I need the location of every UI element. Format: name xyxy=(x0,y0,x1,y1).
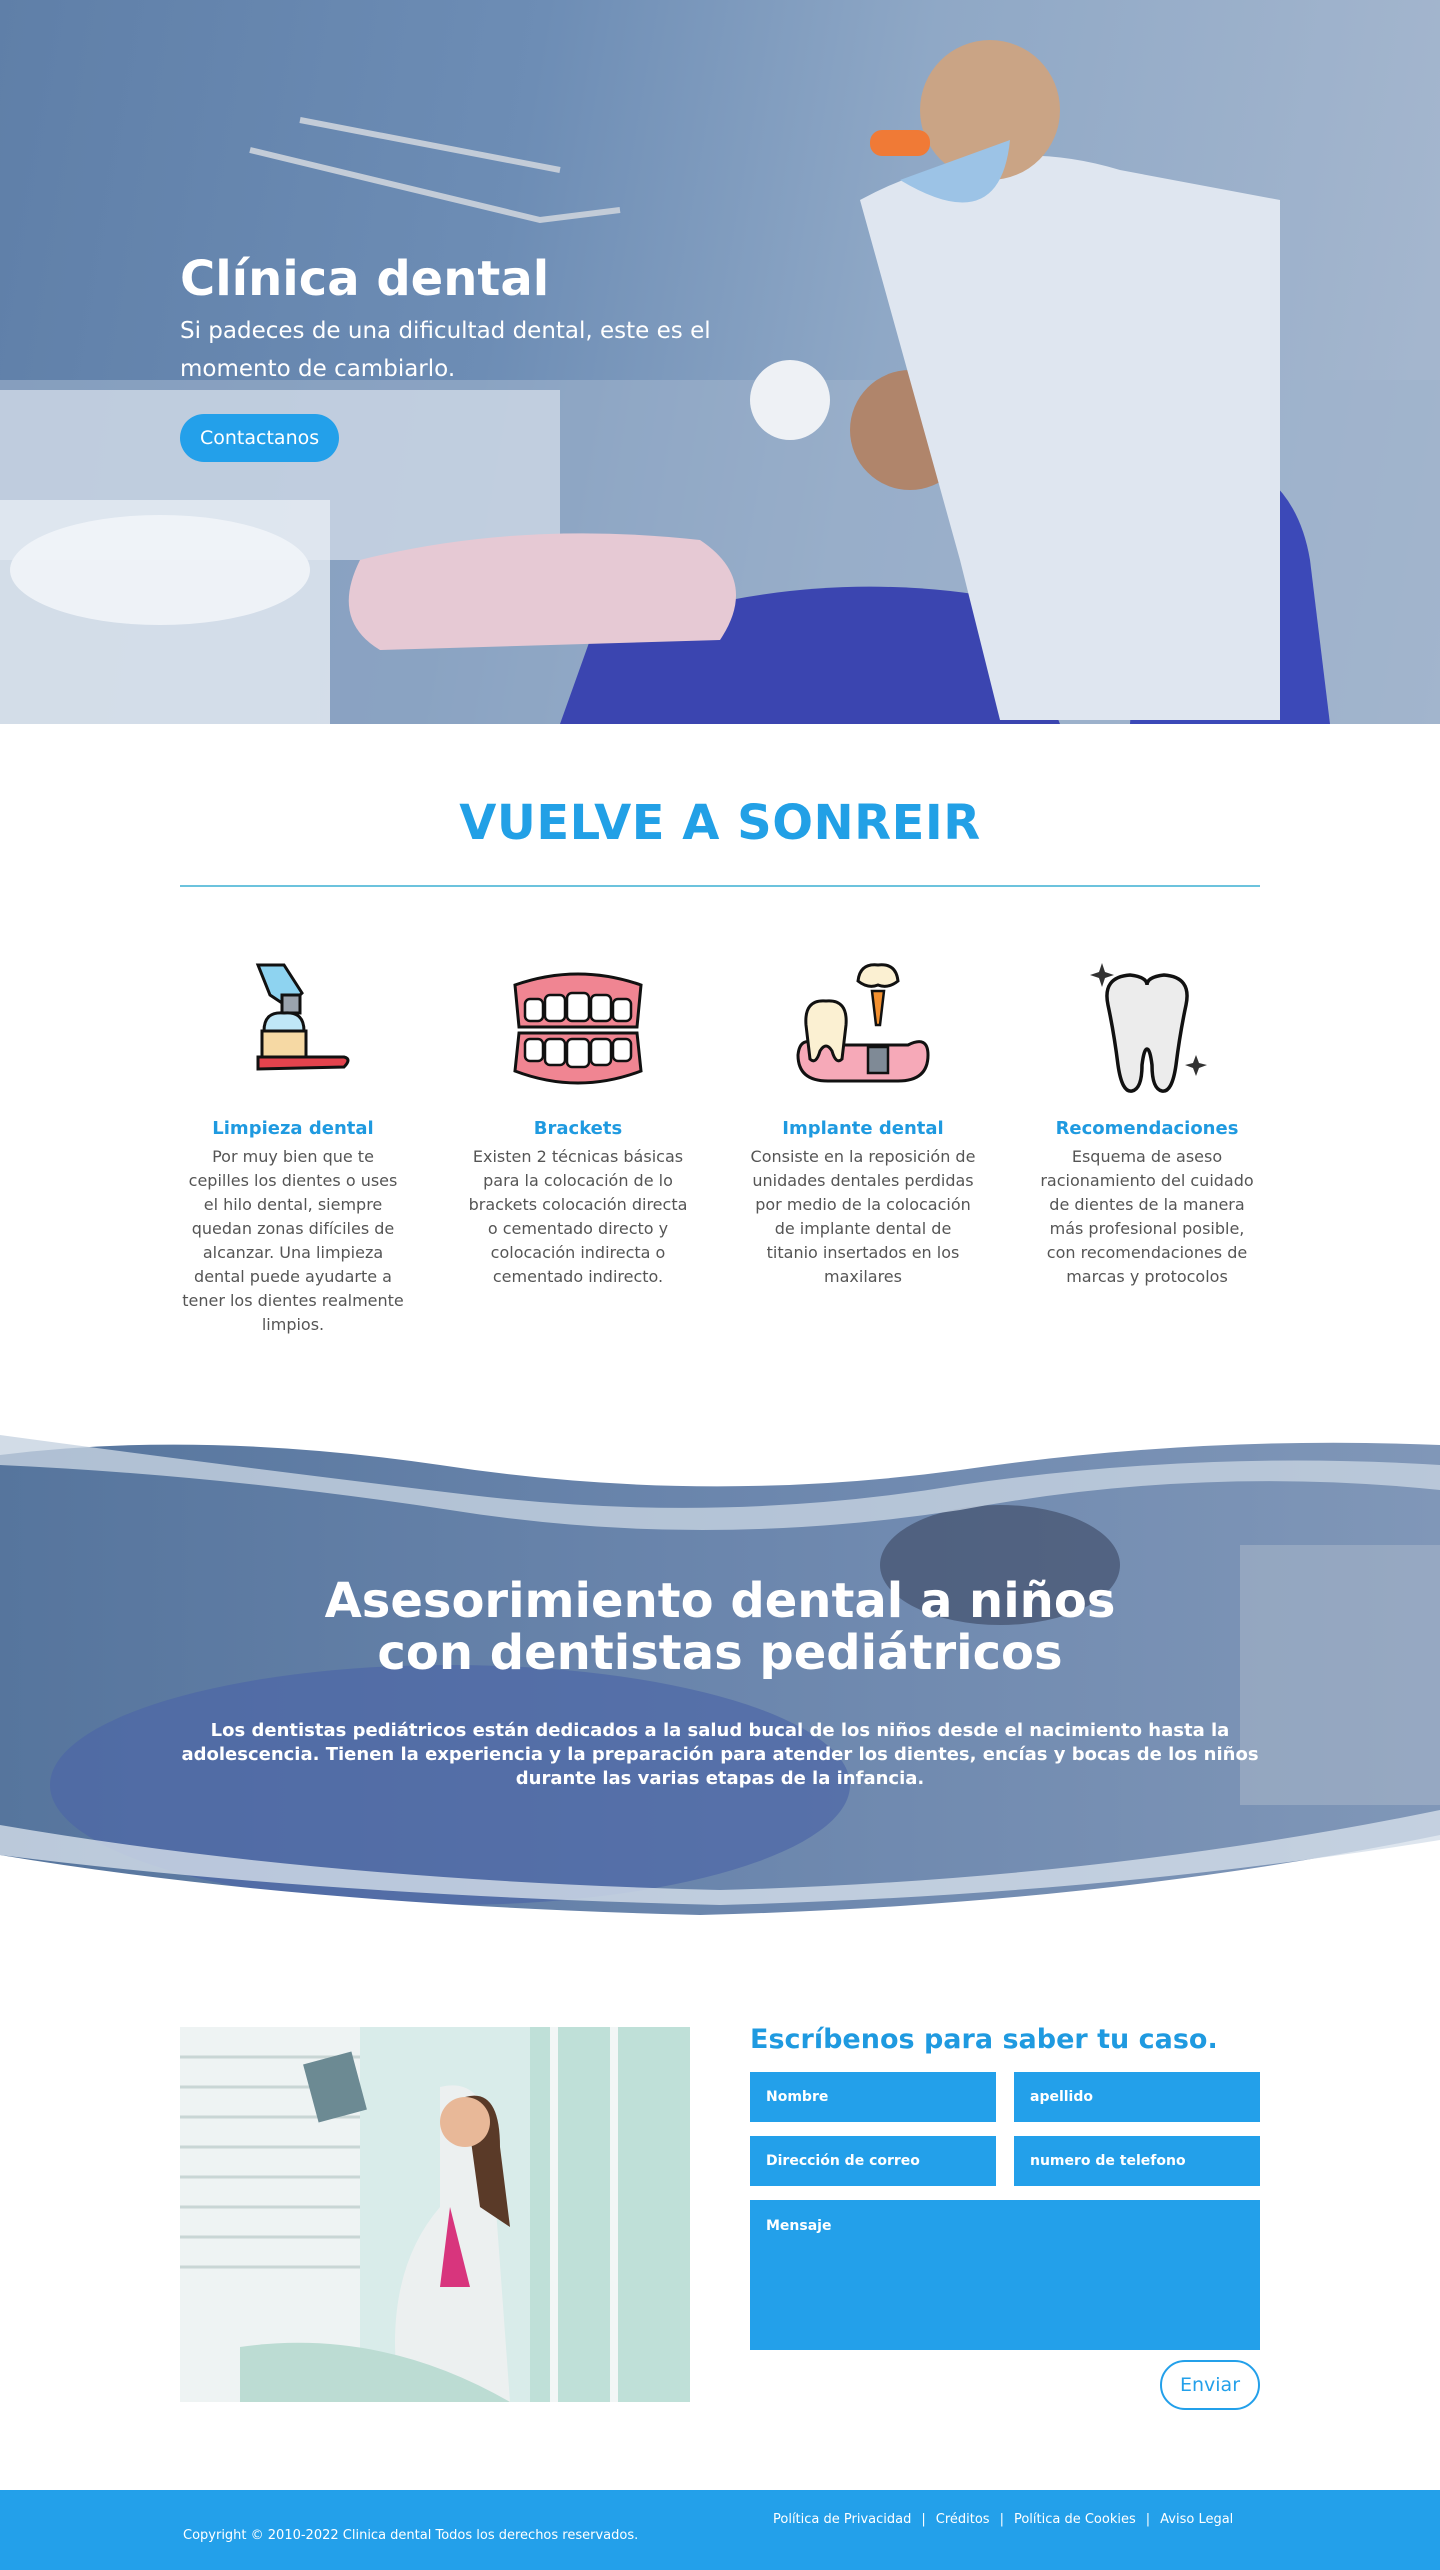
first-name-field[interactable]: Nombre xyxy=(750,2072,996,2122)
features-grid: Limpieza dental Por muy bien que te cepi… xyxy=(180,955,1260,1355)
copyright-text: Copyright © 2010-2022 Clinica dental Tod… xyxy=(183,2528,639,2543)
footer-separator: | xyxy=(999,2512,1004,2527)
footer: Copyright © 2010-2022 Clinica dental Tod… xyxy=(0,2490,1440,2570)
hero-section: Clínica dental Si padeces de una dificul… xyxy=(0,0,1440,724)
feature-cleaning: Limpieza dental Por muy bien que te cepi… xyxy=(180,955,406,1337)
hero-subtitle: Si padeces de una dificultad dental, est… xyxy=(180,318,711,382)
feature-text: Esquema de aseso racionamiento del cuida… xyxy=(1040,1147,1254,1286)
doctor-xray-illustration xyxy=(180,2027,690,2402)
footer-separator: | xyxy=(1145,2512,1151,2527)
form-row-message: Mensaje xyxy=(750,2200,1260,2350)
footer-separator: | xyxy=(921,2512,926,2527)
last-name-field[interactable]: apellido xyxy=(1014,2072,1260,2122)
form-row-contact: Dirección de correo electrónico numero d… xyxy=(750,2136,1260,2219)
form-row-name: Nombre apellido xyxy=(750,2072,1260,2122)
feature-text: Existen 2 técnicas básicas para la coloc… xyxy=(468,1147,688,1286)
dentures-icon xyxy=(513,972,643,1085)
send-button[interactable]: Enviar xyxy=(1160,2360,1260,2410)
doctor-xray-photo xyxy=(180,2027,690,2402)
hero-content: Clínica dental Si padeces de una dificul… xyxy=(180,248,780,462)
form-title: Escríbenos para saber tu caso. xyxy=(750,2024,1218,2055)
section-title: VUELVE A SONREIR xyxy=(459,795,981,851)
footer-link-legal[interactable]: Aviso Legal xyxy=(1160,2512,1233,2527)
feature-recommendations: Recomendaciones Esquema de aseso raciona… xyxy=(1034,955,1260,1289)
section-divider xyxy=(180,885,1260,887)
sparkling-tooth-icon xyxy=(1090,963,1207,1093)
footer-link-cookies[interactable]: Política de Cookies xyxy=(1014,2512,1136,2527)
contact-button[interactable]: Contactanos xyxy=(180,414,340,462)
message-field[interactable]: Mensaje xyxy=(750,2200,1260,2350)
feature-title: Implante dental xyxy=(782,1118,944,1139)
feature-text: Por muy bien que te cepilles los dientes… xyxy=(182,1147,404,1334)
feature-title: Brackets xyxy=(533,1118,623,1139)
feature-text: Consiste en la reposición de unidades de… xyxy=(750,1147,976,1286)
feature-title: Limpieza dental xyxy=(212,1118,374,1139)
email-field[interactable]: Dirección de correo electrónico xyxy=(750,2136,996,2219)
feature-title: Recomendaciones xyxy=(1055,1118,1239,1139)
toothbrush-toothpaste-icon xyxy=(255,963,350,1071)
hero-title: Clínica dental xyxy=(180,251,550,307)
footer-links: Política de Privacidad | Créditos | Polí… xyxy=(773,2512,1233,2527)
kids-text: Los dentistas pediátricos están dedicado… xyxy=(181,1720,1259,1789)
kids-content: Asesorimiento dental a niños con dentist… xyxy=(0,1575,1440,1791)
phone-field[interactable]: numero de telefono xyxy=(1014,2136,1260,2186)
form-actions: Enviar xyxy=(750,2360,1260,2410)
footer-link-privacy[interactable]: Política de Privacidad xyxy=(773,2512,911,2527)
feature-brackets: Brackets Existen 2 técnicas básicas para… xyxy=(465,955,691,1289)
feature-implant: Implante dental Consiste en la reposició… xyxy=(750,955,976,1289)
footer-link-credits[interactable]: Créditos xyxy=(936,2512,990,2527)
dental-implant-icon xyxy=(796,963,930,1083)
kids-section: Asesorimiento dental a niños con dentist… xyxy=(0,1425,1440,1925)
kids-title: Asesorimiento dental a niños con dentist… xyxy=(324,1573,1116,1681)
contact-form: Escríbenos para saber tu caso. Nombre ap… xyxy=(750,2020,1260,2410)
